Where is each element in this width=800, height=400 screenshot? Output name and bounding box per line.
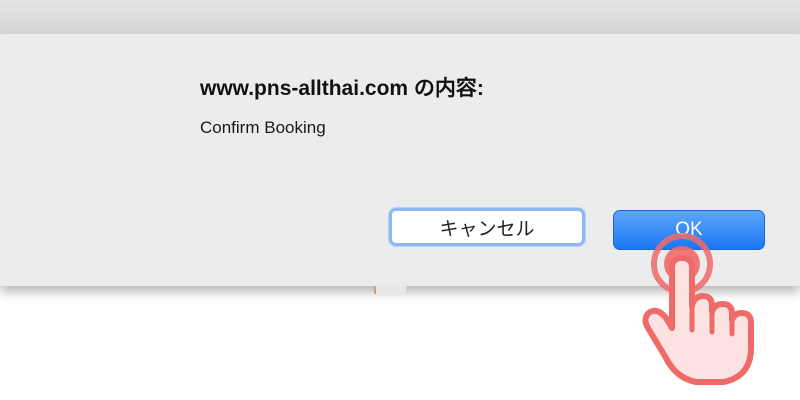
- window-titlebar: [0, 0, 800, 35]
- screen: www.pns-allthai.com の内容: Confirm Booking…: [0, 0, 800, 400]
- cancel-button[interactable]: キャンセル: [389, 208, 585, 246]
- dialog-message: Confirm Booking: [200, 118, 326, 137]
- cancel-button-label: キャンセル: [439, 218, 535, 240]
- pointing-hand-icon: [642, 233, 754, 385]
- dialog-title: www.pns-allthai.com の内容:: [200, 77, 484, 100]
- background-page-edge: [374, 286, 407, 294]
